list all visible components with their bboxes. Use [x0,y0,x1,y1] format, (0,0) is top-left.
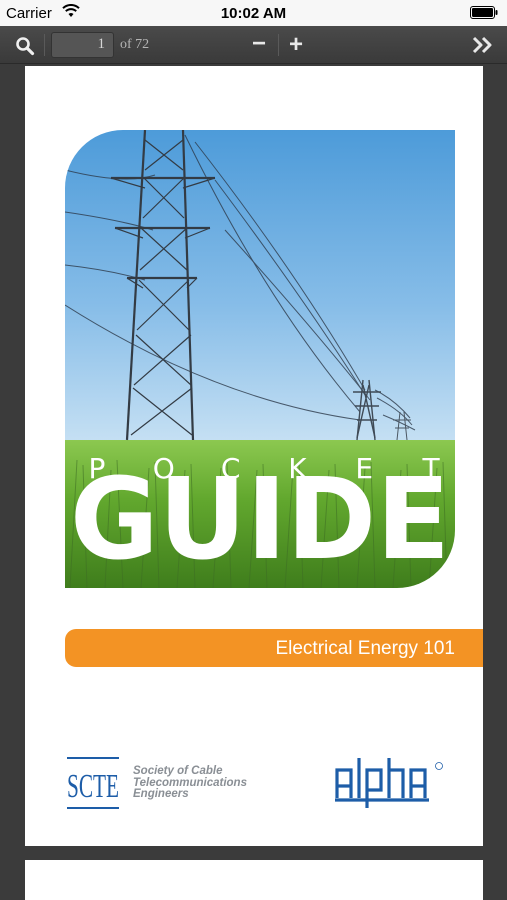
page-number-field[interactable]: 1 [51,32,114,58]
toolbar-divider [278,34,279,56]
clock: 10:02 AM [220,5,287,22]
subtitle-band: Electrical Energy 101 [65,629,483,667]
zoom-out-button[interactable]: − [248,32,270,58]
battery-icon [470,6,499,23]
zoom-in-button[interactable]: + [285,32,307,58]
toolbar-divider [44,34,45,56]
pdf-toolbar: 1 of 72 − + [0,26,507,64]
cover-photo-power-lines: POCKET GUIDE [65,130,455,588]
guide-title: GUIDE [70,455,450,585]
page-count-label: of 72 [120,37,150,52]
status-bar: Carrier 10:02 AM [0,0,507,26]
svg-text:alpha: alpha [333,750,336,751]
pdf-page[interactable]: POCKET GUIDE Electrical Energy 101 SCTE … [25,66,483,846]
pdf-page[interactable] [25,860,483,900]
svg-text:SCTE: SCTE [67,768,119,805]
scte-org-line: Society of Cable [133,765,223,777]
scte-org-line: Engineers [133,788,189,800]
double-chevron-right-icon[interactable] [471,35,495,55]
search-icon[interactable] [14,35,36,57]
scte-logo: SCTE [63,754,123,817]
alpha-logo: alpha [333,750,453,819]
scte-org-name: Society of Cable Telecommunications Engi… [133,765,247,801]
subtitle: Electrical Energy 101 [275,638,455,659]
